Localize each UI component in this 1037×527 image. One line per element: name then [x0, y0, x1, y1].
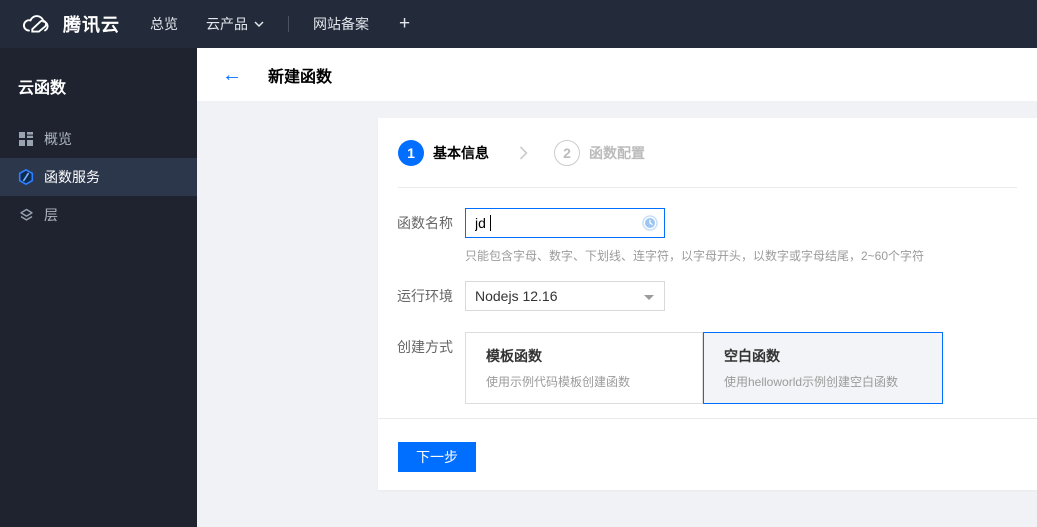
creation-method-cards: 模板函数 使用示例代码模板创建函数 空白函数 使用helloworld示例创建空…	[465, 332, 943, 404]
step-number-badge: 1	[398, 139, 424, 166]
new-function-card: 1 基本信息 2 函数配置 函数名称 jd 只能包含字母、数字、下划线、连字符，…	[378, 118, 1037, 490]
nav-item-overview[interactable]: 总览	[136, 0, 192, 48]
runtime-select[interactable]: Nodejs 12.16	[465, 281, 665, 311]
creation-method-label: 创建方式	[397, 339, 453, 355]
select-caret-icon	[644, 295, 654, 300]
layers-icon	[18, 207, 34, 223]
function-name-input-wrap	[465, 208, 665, 238]
function-name-label: 函数名称	[397, 215, 453, 231]
steps-divider	[398, 187, 1017, 188]
method-card-blank-function[interactable]: 空白函数 使用helloworld示例创建空白函数	[703, 332, 943, 404]
function-name-row: 函数名称	[397, 208, 1037, 238]
sidebar-item-function-service[interactable]: 函数服务	[0, 158, 197, 196]
function-name-input[interactable]	[465, 208, 665, 238]
creation-method-row: 创建方式 模板函数 使用示例代码模板创建函数 空白函数 使用helloworld…	[397, 332, 1037, 404]
sidebar: 云函数 概览 函数服务 层	[0, 48, 197, 527]
brand-name: 腾讯云	[63, 15, 120, 35]
step-number-badge: 2	[554, 139, 580, 166]
step-function-config: 2 函数配置	[554, 139, 645, 166]
brand-logo-link[interactable]: 腾讯云	[0, 11, 136, 37]
runtime-label: 运行环境	[397, 288, 453, 304]
sidebar-item-overview[interactable]: 概览	[0, 120, 197, 158]
page-header: ← 新建函数	[197, 48, 1037, 101]
sidebar-item-label: 概览	[44, 131, 72, 147]
sidebar-item-layers[interactable]: 层	[0, 196, 197, 234]
tencent-cloud-logo-icon	[20, 12, 54, 36]
card-footer-divider	[378, 418, 1037, 419]
runtime-selected-value: Nodejs 12.16	[475, 288, 558, 304]
next-step-button[interactable]: 下一步	[398, 442, 476, 472]
sidebar-title: 云函数	[18, 80, 67, 97]
sidebar-item-label: 函数服务	[44, 169, 100, 185]
basic-info-form: 函数名称 只能包含字母、数字、下划线、连字符，以字母开	[378, 208, 1037, 404]
nav-item-cloud-products[interactable]: 云产品	[192, 0, 278, 48]
wizard-steps: 1 基本信息 2 函数配置	[378, 118, 1037, 187]
chevron-down-icon	[254, 21, 264, 27]
top-nav: 腾讯云 总览 云产品 网站备案 +	[0, 0, 1037, 48]
back-arrow-button[interactable]: ←	[222, 65, 242, 85]
function-hexagon-icon	[18, 169, 34, 185]
nav-item-icp-filing[interactable]: 网站备案	[299, 0, 383, 48]
grid-icon	[18, 131, 34, 147]
method-card-template-function[interactable]: 模板函数 使用示例代码模板创建函数	[465, 332, 703, 404]
runtime-row: 运行环境 Nodejs 12.16	[397, 281, 1037, 311]
nav-divider	[288, 16, 289, 32]
chevron-right-icon	[519, 145, 528, 160]
validating-clock-icon	[642, 215, 658, 231]
step-basic-info: 1 基本信息	[398, 139, 489, 166]
tencent-cloud-console: 腾讯云 总览 云产品 网站备案 + 云函数 概览 函数服务 层 ← 新建函数 1…	[0, 0, 1037, 527]
sidebar-item-label: 层	[44, 207, 58, 223]
function-name-help-text: 只能包含字母、数字、下划线、连字符，以字母开头，以数字或字母结尾，2~60个字符	[465, 249, 925, 263]
text-cursor	[490, 215, 491, 231]
page-title: 新建函数	[268, 68, 333, 86]
main-area: ← 新建函数 1 基本信息 2 函数配置 函数名称 jd 只能包含字母、数字、下…	[197, 48, 1037, 527]
add-nav-tab-button[interactable]: +	[383, 13, 426, 35]
